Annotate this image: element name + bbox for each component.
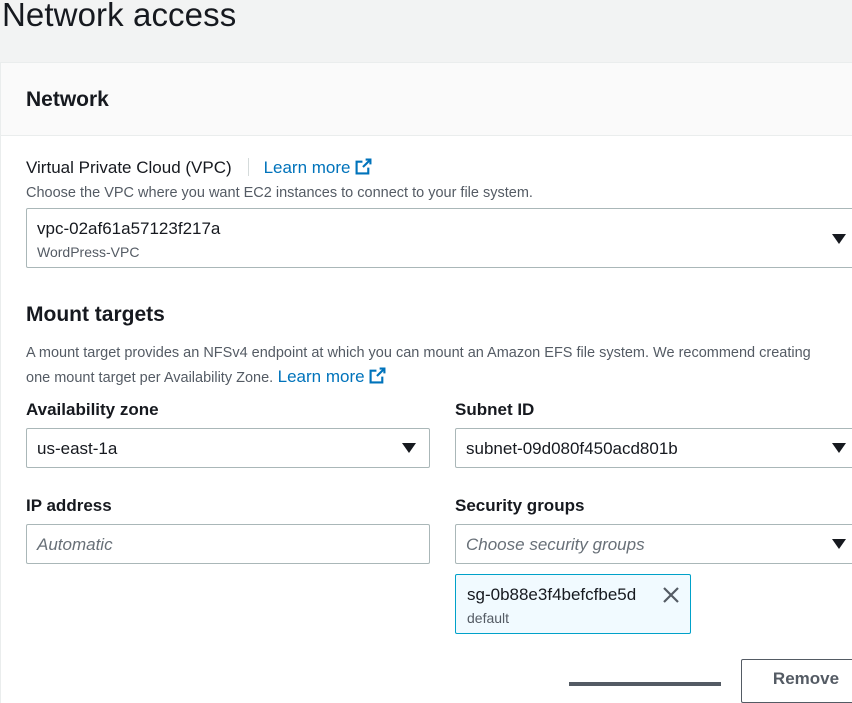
security-group-token-sub: default [467,610,510,626]
subnet-id-select[interactable]: subnet-09d080f450acd801b [455,428,852,468]
divider [248,158,250,176]
caret-down-icon [832,539,846,549]
caret-down-icon [832,234,846,244]
network-panel: Network Virtual Private Cloud (VPC) Lear… [0,62,852,703]
caret-down-icon [402,443,416,453]
vpc-label-row: Virtual Private Cloud (VPC) Learn more [26,158,372,178]
page-title: Network access [2,0,237,33]
divider [569,682,721,686]
security-group-token: sg-0b88e3f4befcfbe5d default [455,574,691,634]
availability-zone-select[interactable]: us-east-1a [26,428,430,468]
close-icon[interactable] [661,585,681,605]
vpc-label: Virtual Private Cloud (VPC) [26,158,232,177]
subnet-id-value: subnet-09d080f450acd801b [466,439,678,458]
ip-address-placeholder: Automatic [37,535,113,554]
ip-address-input[interactable]: Automatic [26,524,430,564]
subnet-id-label: Subnet ID [455,400,535,419]
ip-address-label: IP address [26,496,112,515]
availability-zone-value: us-east-1a [37,439,118,458]
security-groups-label: Security groups [455,496,585,515]
security-group-token-value: sg-0b88e3f4befcfbe5d [467,585,637,604]
remove-button[interactable]: Remove [741,659,852,703]
external-link-icon [369,367,386,384]
vpc-select-value: vpc-02af61a57123f217a [37,219,221,238]
panel-title: Network [26,88,109,111]
security-groups-placeholder: Choose security groups [466,535,645,554]
vpc-select-sub: WordPress-VPC [37,244,140,260]
mount-targets-title: Mount targets [26,303,165,326]
mount-targets-learn-more-link[interactable]: Learn more [278,367,386,386]
panel-header: Network [1,63,852,136]
availability-zone-label: Availability zone [26,400,159,419]
mount-targets-description-1: A mount target provides an NFSv4 endpoin… [26,345,811,361]
mount-targets-description-2: one mount target per Availability Zone. [26,370,274,386]
external-link-icon [355,158,371,175]
security-groups-select[interactable]: Choose security groups [455,524,852,564]
vpc-select[interactable]: vpc-02af61a57123f217a WordPress-VPC [26,208,852,268]
mount-targets-description-2-row: one mount target per Availability Zone. … [26,367,386,387]
vpc-learn-more-link[interactable]: Learn more [264,158,372,177]
vpc-description: Choose the VPC where you want EC2 instan… [26,185,533,201]
caret-down-icon [832,443,846,453]
